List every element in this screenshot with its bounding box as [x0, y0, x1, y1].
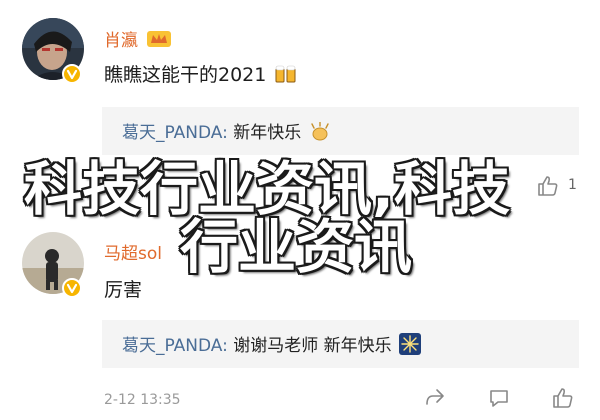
- watermark-line-2: 行业资讯: [180, 213, 413, 281]
- reply-separator: :: [222, 336, 228, 356]
- vip-crown-badge: [146, 29, 172, 54]
- reply-text: 新年快乐: [233, 123, 302, 143]
- reply-username[interactable]: 葛天_PANDA: [122, 336, 222, 356]
- comment-username[interactable]: 马超sol: [104, 239, 162, 264]
- reply-box[interactable]: 葛天_PANDA: 新年快乐: [102, 107, 579, 155]
- reply-separator: :: [222, 123, 228, 143]
- comment-icon[interactable]: [487, 386, 511, 414]
- comment-text: 厉害: [104, 279, 143, 301]
- reply-line: 葛天_PANDA: 谢谢马老师 新年快乐: [122, 331, 422, 360]
- comment-username[interactable]: 肖瀛: [104, 26, 172, 54]
- reply-text: 谢谢马老师 新年快乐: [233, 336, 392, 356]
- watermark-line-1: 科技行业资讯,科技: [24, 155, 511, 223]
- reply-box[interactable]: 葛天_PANDA: 谢谢马老师 新年快乐: [102, 320, 579, 368]
- verified-v-badge: [62, 278, 82, 298]
- beer-mugs-emoji: [274, 63, 298, 90]
- reply-line: 葛天_PANDA: 新年快乐: [122, 118, 331, 147]
- thumbs-up-icon[interactable]: [551, 386, 575, 414]
- thumbs-up-icon[interactable]: [536, 174, 560, 202]
- clapping-hands-emoji: [309, 121, 331, 147]
- username-text[interactable]: 肖瀛: [104, 31, 138, 51]
- reply-username[interactable]: 葛天_PANDA: [122, 123, 222, 143]
- verified-v-badge: [62, 64, 82, 84]
- comment-text: 瞧瞧这能干的2021: [104, 60, 298, 90]
- like-count: 1: [568, 177, 577, 193]
- username-text[interactable]: 马超sol: [104, 244, 162, 264]
- fireworks-emoji: [399, 333, 422, 360]
- share-icon[interactable]: [423, 386, 447, 414]
- timestamp: 2-12 13:35: [104, 392, 181, 408]
